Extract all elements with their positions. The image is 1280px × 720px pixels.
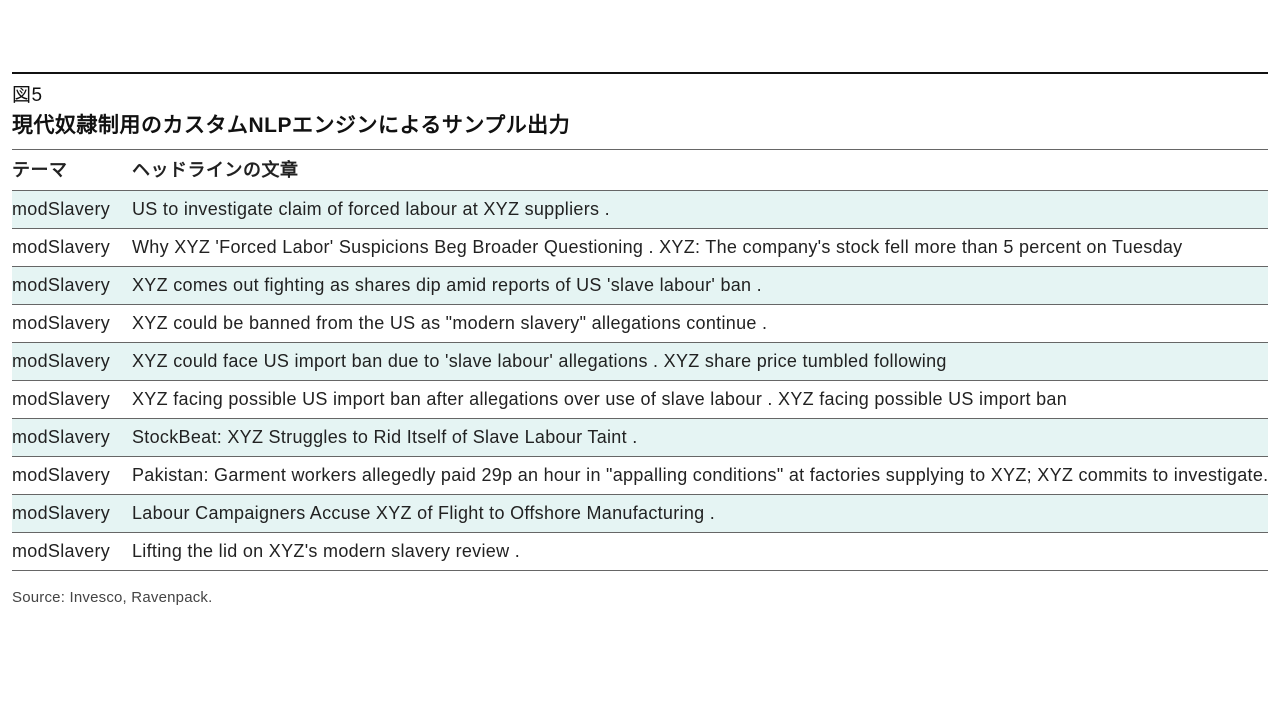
col-header-headline: ヘッドラインの文章 xyxy=(132,150,1268,191)
sample-output-table: テーマ ヘッドラインの文章 modSlaveryUS to investigat… xyxy=(12,149,1268,571)
cell-theme: modSlavery xyxy=(12,495,132,533)
cell-headline: Why XYZ 'Forced Labor' Suspicions Beg Br… xyxy=(132,229,1268,267)
cell-headline: Labour Campaigners Accuse XYZ of Flight … xyxy=(132,495,1268,533)
cell-theme: modSlavery xyxy=(12,305,132,343)
table-row: modSlaveryLifting the lid on XYZ's moder… xyxy=(12,533,1268,571)
table-row: modSlaveryLabour Campaigners Accuse XYZ … xyxy=(12,495,1268,533)
table-row: modSlaveryPakistan: Garment workers alle… xyxy=(12,457,1268,495)
cell-theme: modSlavery xyxy=(12,191,132,229)
table-row: modSlaveryXYZ could face US import ban d… xyxy=(12,343,1268,381)
cell-theme: modSlavery xyxy=(12,457,132,495)
cell-theme: modSlavery xyxy=(12,419,132,457)
cell-headline: XYZ could be banned from the US as "mode… xyxy=(132,305,1268,343)
table-row: modSlaveryXYZ could be banned from the U… xyxy=(12,305,1268,343)
cell-headline: StockBeat: XYZ Struggles to Rid Itself o… xyxy=(132,419,1268,457)
cell-headline: XYZ comes out fighting as shares dip ami… xyxy=(132,267,1268,305)
col-header-theme: テーマ xyxy=(12,150,132,191)
table-row: modSlaveryStockBeat: XYZ Struggles to Ri… xyxy=(12,419,1268,457)
cell-headline: XYZ could face US import ban due to 'sla… xyxy=(132,343,1268,381)
cell-headline: US to investigate claim of forced labour… xyxy=(132,191,1268,229)
table-row: modSlaveryWhy XYZ 'Forced Labor' Suspici… xyxy=(12,229,1268,267)
table-row: modSlaveryXYZ facing possible US import … xyxy=(12,381,1268,419)
cell-theme: modSlavery xyxy=(12,229,132,267)
cell-theme: modSlavery xyxy=(12,267,132,305)
cell-headline: XYZ facing possible US import ban after … xyxy=(132,381,1268,419)
figure-container: 図5 現代奴隷制用のカスタムNLPエンジンによるサンプル出力 テーマ ヘッドライ… xyxy=(0,0,1280,606)
figure-title: 現代奴隷制用のカスタムNLPエンジンによるサンプル出力 xyxy=(12,107,1268,149)
table-row: modSlaveryXYZ comes out fighting as shar… xyxy=(12,267,1268,305)
figure-source: Source: Invesco, Ravenpack. xyxy=(12,571,1268,606)
figure-number: 図5 xyxy=(12,74,1268,107)
cell-headline: Lifting the lid on XYZ's modern slavery … xyxy=(132,533,1268,571)
cell-headline: Pakistan: Garment workers allegedly paid… xyxy=(132,457,1268,495)
table-row: modSlaveryUS to investigate claim of for… xyxy=(12,191,1268,229)
cell-theme: modSlavery xyxy=(12,381,132,419)
cell-theme: modSlavery xyxy=(12,343,132,381)
cell-theme: modSlavery xyxy=(12,533,132,571)
